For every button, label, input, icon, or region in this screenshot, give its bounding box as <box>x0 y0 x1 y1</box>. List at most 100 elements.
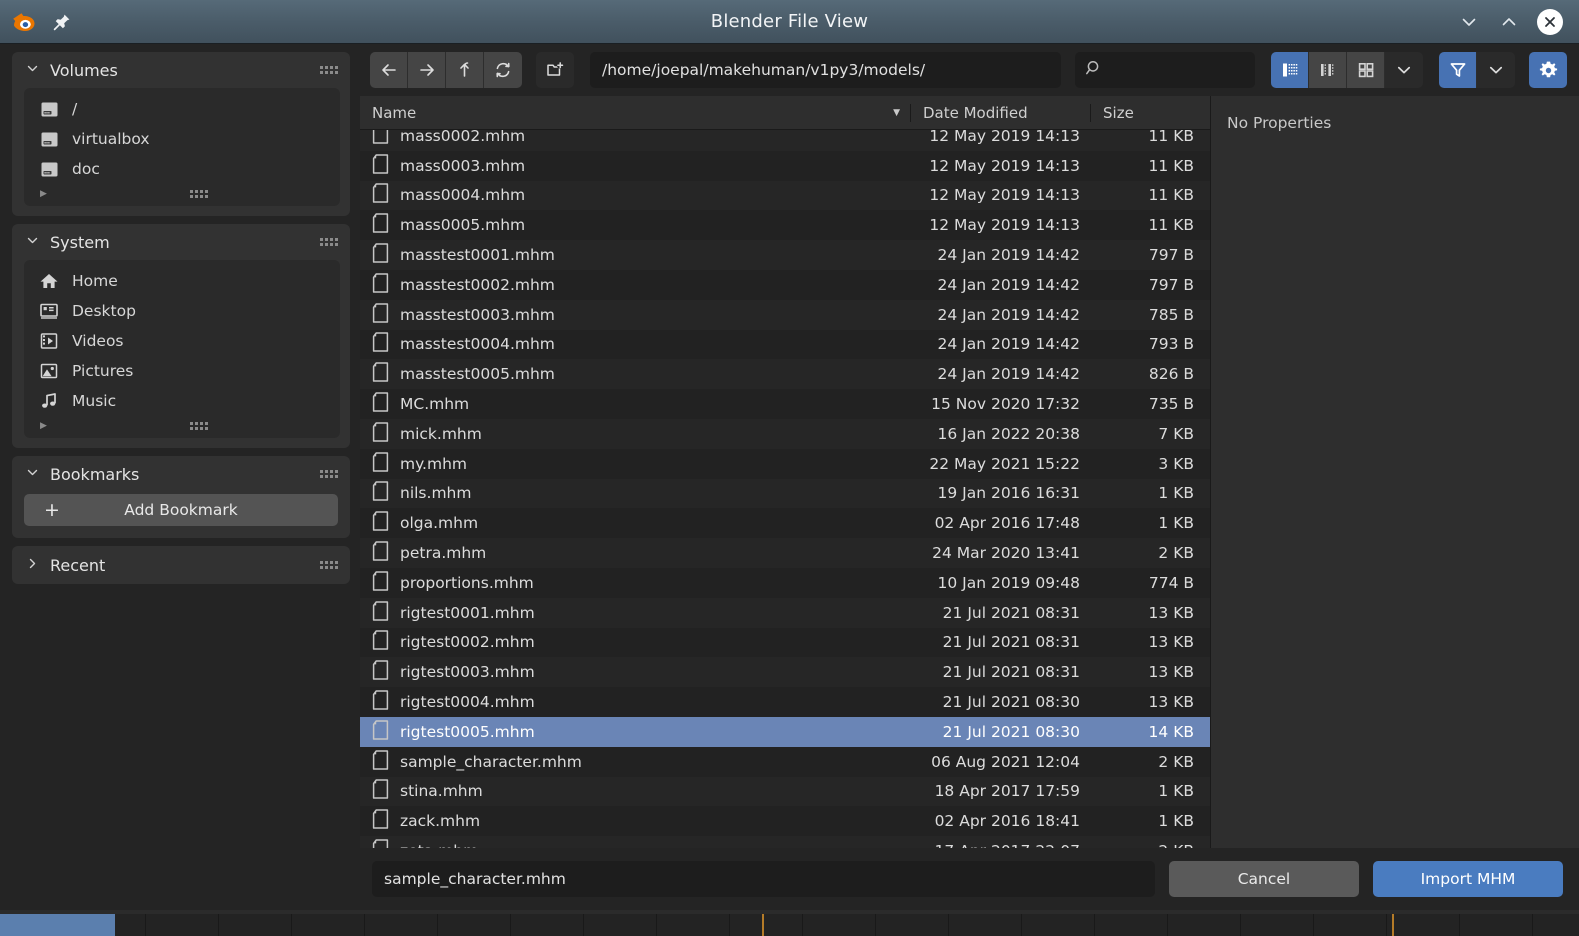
panel-header-recent[interactable]: Recent <box>12 546 350 584</box>
table-row[interactable]: masstest0004.mhm 24 Jan 2019 14:42 793 B <box>360 329 1210 360</box>
sidebar-item-desktop[interactable]: Desktop <box>24 296 340 326</box>
table-row[interactable]: zeta.mhm 17 Apr 2017 22:072 KB <box>360 836 1210 848</box>
panel-header-volumes[interactable]: Volumes <box>12 52 350 88</box>
maximize-button[interactable] <box>1497 10 1521 34</box>
view-vertical-list-button[interactable] <box>1271 52 1309 88</box>
file-icon <box>372 130 389 144</box>
action-bar: sample_character.mhm Cancel Import MHM <box>360 848 1579 910</box>
volumes-resize-grip[interactable] <box>190 190 208 198</box>
table-row[interactable]: mass0005.mhm 12 May 2019 14:13 11 KB <box>360 210 1210 241</box>
timeline-strip <box>0 914 1579 936</box>
pin-icon[interactable] <box>52 12 72 32</box>
system-resize-footer[interactable]: ▶ <box>24 416 340 436</box>
filter-options-dropdown[interactable] <box>1477 52 1515 88</box>
table-row[interactable]: rigtest0001.mhm 21 Jul 2021 08:31 13 KB <box>360 597 1210 628</box>
image-icon <box>38 360 60 382</box>
table-row[interactable]: rigtest0002.mhm 21 Jul 2021 08:31 13 KB <box>360 627 1210 658</box>
file-size: 797 B <box>1148 275 1194 294</box>
panel-header-bookmarks[interactable]: Bookmarks <box>12 456 350 492</box>
minimize-button[interactable] <box>1457 10 1481 34</box>
filter-toggle-button[interactable] <box>1439 52 1477 88</box>
file-name-cell: rigtest0003.mhm <box>360 660 910 684</box>
table-row[interactable]: mass0004.mhm 12 May 2019 14:13 11 KB <box>360 180 1210 211</box>
sidebar-item-music[interactable]: Music <box>24 386 340 416</box>
table-row[interactable]: nils.mhm 19 Jan 2016 16:31 1 KB <box>360 478 1210 509</box>
sidebar-item-root[interactable]: / <box>24 94 340 124</box>
back-button[interactable] <box>370 52 408 88</box>
column-header-size[interactable]: Size <box>1090 103 1210 122</box>
file-icon <box>372 422 389 442</box>
table-row[interactable]: stina.mhm 18 Apr 2017 17:59 1 KB <box>360 776 1210 807</box>
column-header-date[interactable]: Date Modified <box>910 103 1090 122</box>
sidebar-item-pictures[interactable]: Pictures <box>24 356 340 386</box>
file-size: 2 KB <box>1158 544 1194 563</box>
search-input[interactable] <box>1075 52 1255 88</box>
view-horizontal-list-button[interactable] <box>1309 52 1347 88</box>
table-row[interactable]: MC.mhm 15 Nov 2020 17:32 735 B <box>360 389 1210 419</box>
file-icon <box>372 541 389 565</box>
import-mhm-button[interactable]: Import MHM <box>1373 861 1563 897</box>
table-row[interactable]: masstest0001.mhm 24 Jan 2019 14:42 797 B <box>360 240 1210 270</box>
table-row[interactable]: mass0002.mhm 12 May 2019 14:13 11 KB <box>360 130 1210 151</box>
file-icon <box>372 153 389 174</box>
file-icon <box>372 600 389 625</box>
path-input[interactable]: /home/joepal/makehuman/v1py3/models/ <box>590 52 1061 88</box>
forward-button[interactable] <box>408 52 446 88</box>
table-row[interactable]: zack.mhm 02 Apr 2016 18:41 1 KB <box>360 806 1210 837</box>
table-row[interactable]: sample_character.mhm 06 Aug 2021 12:04 2 K… <box>360 746 1210 777</box>
column-header-name[interactable]: Name ▼ <box>360 104 910 122</box>
display-mode-group <box>1271 52 1423 88</box>
system-list: Home Desktop Videos Pictures Music ▶ <box>24 260 340 438</box>
volumes-resize-footer[interactable]: ▶ <box>24 184 340 204</box>
table-row[interactable]: proportions.mhm 10 Jan 2019 09:48 774 B <box>360 567 1210 598</box>
file-name-cell: mass0003.mhm <box>360 153 910 178</box>
table-row[interactable]: mick.mhm 16 Jan 2022 20:38 7 KB <box>360 418 1210 449</box>
sidebar-item-virtualbox[interactable]: virtualbox <box>24 124 340 154</box>
file-rows-viewport[interactable]: mass0002.mhm 12 May 2019 14:13 11 KB mass00… <box>360 130 1210 848</box>
new-folder-button[interactable] <box>536 52 574 88</box>
table-row[interactable]: masstest0005.mhm 24 Jan 2019 14:42 826 B <box>360 359 1210 390</box>
table-row[interactable]: mass0003.mhm 12 May 2019 14:13 11 KB <box>360 150 1210 181</box>
file-date: 12 May 2019 14:13 <box>929 186 1080 205</box>
table-row[interactable]: olga.mhm 02 Apr 2016 17:48 1 KB <box>360 508 1210 539</box>
file-icon <box>372 630 389 651</box>
file-icon <box>372 213 389 234</box>
file-icon <box>372 571 389 591</box>
table-row[interactable]: rigtest0005.mhm 21 Jul 2021 08:30 14 KB <box>360 716 1210 747</box>
sidebar-item-label: Pictures <box>72 362 134 380</box>
close-button[interactable] <box>1537 8 1563 35</box>
sidebar-item-doc[interactable]: doc <box>24 154 340 184</box>
view-thumbnails-button[interactable] <box>1347 52 1385 88</box>
no-properties-label: No Properties <box>1227 114 1332 132</box>
sidebar-item-home[interactable]: Home <box>24 266 340 296</box>
file-size: 13 KB <box>1148 633 1194 652</box>
file-name: mass0002.mhm <box>400 130 526 145</box>
panel-grip-recent[interactable] <box>320 561 338 569</box>
parent-directory-button[interactable] <box>446 52 484 88</box>
filename-input[interactable]: sample_character.mhm <box>372 861 1155 897</box>
panel-grip-system[interactable] <box>320 238 338 246</box>
add-bookmark-button[interactable]: + Add Bookmark <box>24 494 338 526</box>
sidebar-panel-bookmarks: Bookmarks + Add Bookmark <box>12 456 350 538</box>
table-row[interactable]: rigtest0003.mhm 21 Jul 2021 08:31 13 KB <box>360 657 1210 688</box>
settings-gear-button[interactable] <box>1529 52 1567 88</box>
display-options-dropdown[interactable] <box>1385 52 1423 88</box>
panel-grip-bookmarks[interactable] <box>320 470 338 478</box>
panel-grip-volumes[interactable] <box>320 66 338 74</box>
table-row[interactable]: masstest0003.mhm 24 Jan 2019 14:42 785 B <box>360 299 1210 330</box>
table-row[interactable]: my.mhm 22 May 2021 15:22 3 KB <box>360 448 1210 479</box>
file-icon <box>372 451 389 472</box>
panel-header-system[interactable]: System <box>12 224 350 260</box>
sidebar-item-videos[interactable]: Videos <box>24 326 340 356</box>
cancel-button[interactable]: Cancel <box>1169 861 1359 897</box>
table-row[interactable]: masstest0002.mhm 24 Jan 2019 14:42 797 B <box>360 269 1210 300</box>
file-name-cell: olga.mhm <box>360 511 910 535</box>
table-row[interactable]: rigtest0004.mhm 21 Jul 2021 08:30 13 KB <box>360 687 1210 717</box>
refresh-button[interactable] <box>484 52 522 88</box>
system-resize-grip[interactable] <box>190 422 208 430</box>
column-label-size: Size <box>1103 103 1134 122</box>
blender-file-view-window: Blender File View Volumes / virtualbox d… <box>0 0 1579 936</box>
file-icon <box>372 511 389 531</box>
table-row[interactable]: petra.mhm 24 Mar 2020 13:41 2 KB <box>360 538 1210 568</box>
file-date: 21 Jul 2021 08:30 <box>942 693 1080 712</box>
